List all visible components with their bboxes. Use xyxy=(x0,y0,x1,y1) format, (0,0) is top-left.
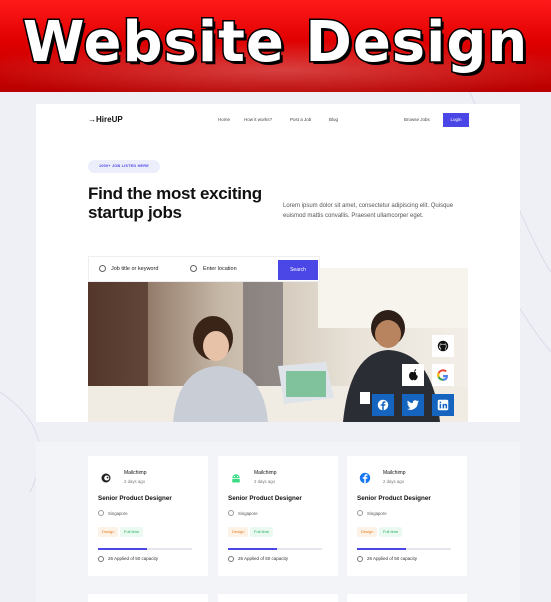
tag-design: Design xyxy=(98,527,119,537)
github-icon[interactable] xyxy=(432,335,454,357)
facebook-icon[interactable] xyxy=(372,394,394,416)
website-hero-panel: →HireUP Home How it works? Post a Job Bl… xyxy=(36,104,520,422)
info-icon xyxy=(228,556,234,562)
company-name: Mailchimp xyxy=(383,470,406,476)
posted-time: 2 days ago xyxy=(383,479,405,484)
job-card-next-row[interactable] xyxy=(218,594,338,602)
capacity-progress-fill xyxy=(357,548,406,550)
job-title[interactable]: Senior Product Designer xyxy=(228,495,302,502)
facebook-icon xyxy=(357,470,373,486)
job-card[interactable]: Mailchimp 2 days ago Senior Product Desi… xyxy=(88,456,208,576)
posted-time: 2 days ago xyxy=(254,479,276,484)
location-input[interactable]: Enter location xyxy=(203,266,237,272)
linkedin-icon[interactable] xyxy=(432,394,454,416)
info-icon xyxy=(357,556,363,562)
tag-full-time: Full time xyxy=(379,527,403,537)
site-logo[interactable]: →HireUP xyxy=(88,115,123,124)
capacity-progress-fill xyxy=(228,548,277,550)
twitter-icon[interactable] xyxy=(402,394,424,416)
location-pin-icon xyxy=(190,265,197,272)
keyword-input[interactable]: Job title or keyword xyxy=(111,266,158,272)
job-title[interactable]: Senior Product Designer xyxy=(357,495,431,502)
google-icon[interactable] xyxy=(432,364,454,386)
jobs-count-badge: 1000+ JOB LISTED HERE xyxy=(88,160,160,173)
tag-full-time: Full time xyxy=(120,527,144,537)
job-card[interactable]: Mailchimp 2 days ago Senior Product Desi… xyxy=(347,456,467,576)
job-search-bar: Job title or keyword Enter location Sear… xyxy=(88,256,320,282)
info-icon xyxy=(98,556,104,562)
job-card-next-row[interactable] xyxy=(347,594,467,602)
nav-home[interactable]: Home xyxy=(218,117,230,122)
title-banner: Website Design xyxy=(0,0,551,92)
capacity-text: 26 Applied of 50 capacity xyxy=(108,556,159,561)
location-pin-icon xyxy=(357,510,363,516)
top-navbar: →HireUP Home How it works? Post a Job Bl… xyxy=(36,104,520,138)
capacity-text: 26 Applied of 50 capacity xyxy=(367,556,418,561)
nav-post-a-job[interactable]: Post a Job xyxy=(290,117,311,122)
job-location: Singapore xyxy=(108,511,128,516)
posted-time: 2 days ago xyxy=(124,479,146,484)
job-card[interactable]: Mailchimp 2 days ago Senior Product Desi… xyxy=(218,456,338,576)
search-button[interactable]: Search xyxy=(278,260,318,280)
hero-description: Lorem ipsum dolor sit amet, consectetur … xyxy=(283,203,454,219)
nav-browse-jobs[interactable]: Browse Jobs xyxy=(404,117,430,122)
capacity-progress-bar xyxy=(98,548,192,550)
capacity-text: 26 Applied of 50 capacity xyxy=(238,556,289,561)
android-icon xyxy=(228,470,244,486)
search-icon xyxy=(99,265,106,272)
login-button[interactable]: Login xyxy=(443,113,469,127)
company-name: Mailchimp xyxy=(254,470,277,476)
job-location: Singapore xyxy=(367,511,387,516)
tag-design: Design xyxy=(357,527,378,537)
banner-title: Website Design xyxy=(21,9,529,77)
capacity-progress-bar xyxy=(357,548,451,550)
tag-full-time: Full time xyxy=(250,527,274,537)
location-pin-icon xyxy=(228,510,234,516)
nav-how-it-works[interactable]: How it works? xyxy=(244,117,272,122)
mailchimp-icon xyxy=(98,470,114,486)
apple-icon[interactable] xyxy=(402,364,424,386)
capacity-progress-fill xyxy=(98,548,147,550)
tag-design: Design xyxy=(228,527,249,537)
capacity-progress-bar xyxy=(228,548,322,550)
hero-title: Find the most exciting startup jobs xyxy=(88,184,262,222)
job-location: Singapore xyxy=(238,511,258,516)
nav-blog[interactable]: Blog xyxy=(329,117,338,122)
job-listings-section: Mailchimp 2 days ago Senior Product Desi… xyxy=(36,442,520,602)
job-card-next-row[interactable] xyxy=(88,594,208,602)
location-pin-icon xyxy=(98,510,104,516)
company-name: Mailchimp xyxy=(124,470,147,476)
job-title[interactable]: Senior Product Designer xyxy=(98,495,172,502)
